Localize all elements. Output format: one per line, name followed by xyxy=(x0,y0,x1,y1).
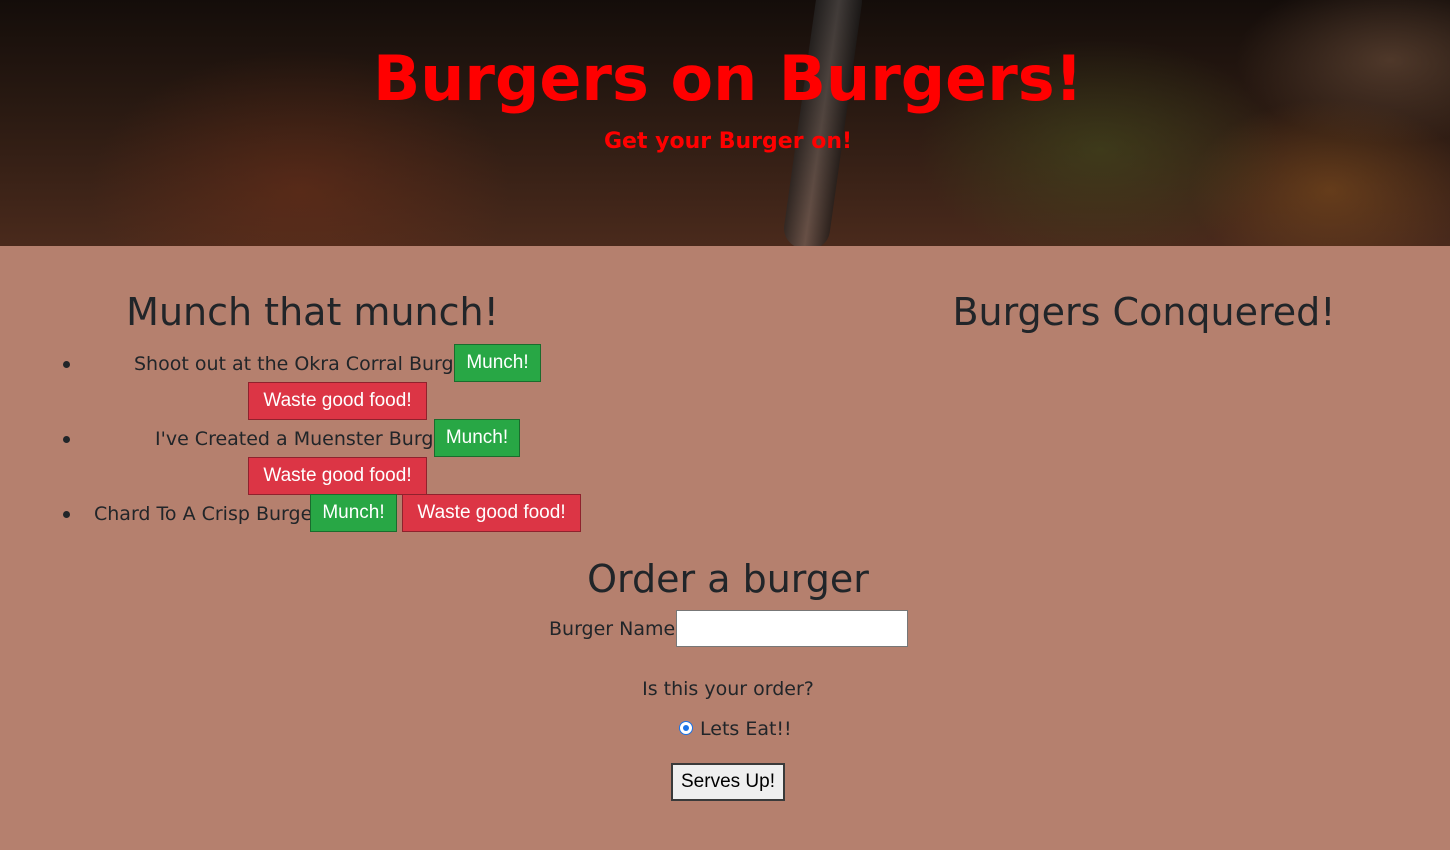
burger-name-input[interactable] xyxy=(676,610,908,647)
waste-button[interactable]: Waste good food! xyxy=(402,494,581,532)
lets-eat-radio[interactable] xyxy=(679,721,693,735)
munch-button[interactable]: Munch! xyxy=(434,419,520,457)
waste-button[interactable]: Waste good food! xyxy=(248,382,427,420)
munch-button[interactable]: Munch! xyxy=(310,494,397,532)
burger-name: I've Created a Muenster Burger xyxy=(155,428,453,450)
hero-banner: Burgers on Burgers! Get your Burger on! xyxy=(0,0,1450,246)
burger-name-label: Burger Name: xyxy=(549,618,682,640)
page-subtitle: Get your Burger on! xyxy=(603,129,853,154)
hero-background-image xyxy=(781,0,865,246)
bullet xyxy=(63,361,70,368)
uneaten-heading: Munch that munch! xyxy=(126,290,499,334)
order-heading: Order a burger xyxy=(587,557,869,601)
lets-eat-label[interactable]: Lets Eat!! xyxy=(700,717,792,741)
order-question: Is this your order? xyxy=(642,678,814,700)
munch-button[interactable]: Munch! xyxy=(454,344,541,382)
burger-name: Chard To A Crisp Burger xyxy=(94,503,321,525)
page-title: Burgers on Burgers! xyxy=(373,42,1083,115)
bullet xyxy=(63,511,70,518)
waste-button[interactable]: Waste good food! xyxy=(248,457,427,495)
serves-up-button[interactable]: Serves Up! xyxy=(671,763,785,801)
bullet xyxy=(63,436,70,443)
eaten-heading: Burgers Conquered! xyxy=(952,290,1336,334)
burger-name: Shoot out at the Okra Corral Burger xyxy=(134,353,474,375)
radio-selected-dot xyxy=(683,725,689,731)
